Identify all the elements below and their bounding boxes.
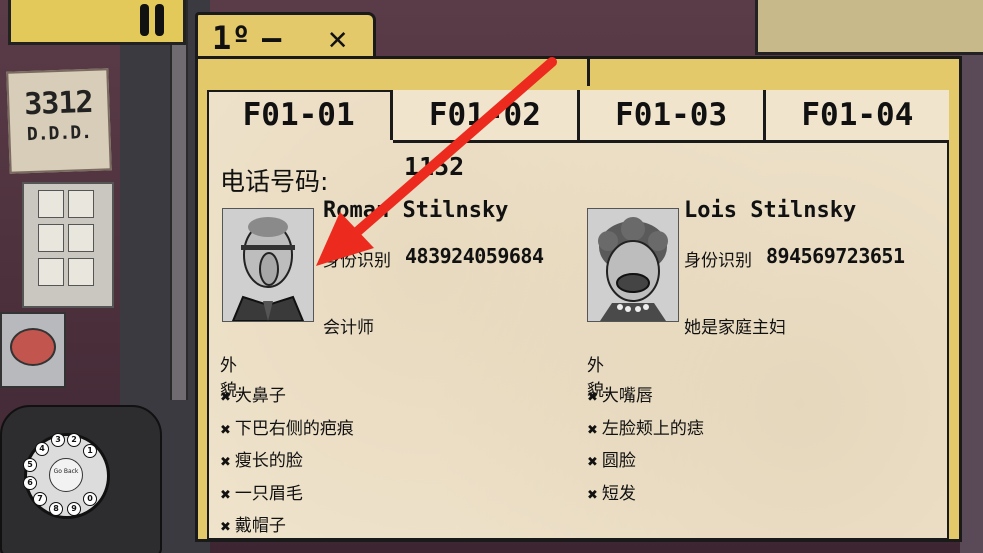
cross-bullet-icon: ✖ [220,390,231,405]
trait-item: ✖ 戴帽子 [220,516,286,536]
portrait-roman[interactable] [222,208,314,322]
photo-board[interactable] [22,182,114,308]
man-portrait-icon [223,209,313,321]
phone-number-label: 电话号码: [220,167,329,196]
portrait-lois[interactable] [587,208,679,322]
cross-bullet-icon: ✖ [220,455,231,470]
window-frame-seam [587,56,590,86]
cross-bullet-icon: ✖ [587,422,598,438]
close-button[interactable]: ✕ [328,21,347,55]
dial-digit[interactable]: 2 [67,433,81,447]
cross-bullet-icon: ✖ [587,455,598,470]
trait-item: ✖ 左脸颊上的痣 [587,418,704,439]
note-number: 3312 [23,84,94,123]
id-number: 483924059684 [405,244,544,268]
occupation: 她是家庭主妇 [684,318,786,338]
rotary-phone[interactable]: Go Back 1 2 3 4 5 6 7 8 9 0 [0,385,165,553]
tab-f01-01[interactable]: F01-01 [207,90,394,140]
alarm-button[interactable] [10,328,56,366]
id-number: 894569723651 [766,244,905,268]
person-name: Roman Stilnsky [323,198,509,223]
pinned-note[interactable]: 3312 D.D.D. [6,68,112,174]
trait-list: ✖ 大嘴唇 ✖ 左脸颊上的痣 ✖ 圆脸 ✖ 短发 [587,380,704,510]
trait-item: ✖ 大鼻子 [220,386,286,406]
dial-digit[interactable]: 5 [23,458,37,472]
dial-digit[interactable]: 7 [33,492,47,506]
trait-item: ✖ 下巴右侧的疤痕 [220,418,354,439]
dial-digit[interactable]: 8 [49,502,63,516]
dial-digit[interactable]: 3 [51,433,65,447]
minimize-button[interactable]: — [262,21,281,55]
record-tabs: F01-01 F01-02 F01-03 F01-04 [207,90,949,143]
tab-f01-04[interactable]: F01-04 [765,90,949,143]
trait-item: ✖ 一只眉毛 [220,483,303,504]
dial-digit[interactable]: 6 [23,476,37,490]
cross-bullet-icon: ✖ [220,520,231,535]
pause-icon[interactable] [140,4,164,36]
trait-item: ✖ 短发 [587,483,636,504]
record-window: 1º — ✕ F01-01 F01-02 F01-03 F01-04 电话号码:… [195,12,965,542]
dial-digit[interactable]: 4 [35,442,49,456]
trait-list: ✖ 大鼻子 ✖ 下巴右侧的疤痕 ✖ 瘦长的脸 ✖ 一只眉毛 ✖ 戴帽子 [220,380,354,543]
woman-portrait-icon [588,209,678,321]
cross-bullet-icon: ✖ [587,390,598,405]
window-title: 1º [212,19,251,57]
trait-item: ✖ 圆脸 [587,451,636,471]
phone-number-value: 1152 [404,152,465,181]
trait-item: ✖ 大嘴唇 [587,386,653,406]
tab-f01-03[interactable]: F01-03 [579,90,766,143]
person-name: Lois Stilnsky [684,198,857,223]
dial-digit[interactable]: 1 [83,444,97,458]
tab-f01-02[interactable]: F01-02 [393,90,580,143]
wall-pipe [170,0,188,400]
dial-digit[interactable]: 9 [67,502,81,516]
cross-bullet-icon: ✖ [220,487,231,503]
go-back-button[interactable]: Go Back [49,458,83,492]
id-label: 身份识别 [684,251,752,271]
id-label: 身份识别 [323,251,391,271]
alarm-panel [0,312,66,388]
note-letters: D.D.D. [26,121,93,146]
cross-bullet-icon: ✖ [587,487,598,503]
dial-digit[interactable]: 0 [83,492,97,506]
occupation: 会计师 [323,318,374,338]
trait-item: ✖ 瘦长的脸 [220,451,303,471]
phone-dial[interactable]: Go Back 1 2 3 4 5 6 7 8 9 0 [23,433,110,519]
cross-bullet-icon: ✖ [220,422,231,438]
